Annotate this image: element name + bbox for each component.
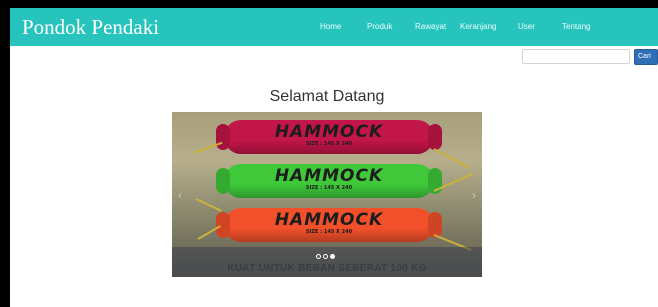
nav-user[interactable]: User <box>518 22 535 31</box>
brand-logo[interactable]: Pondok Pendaki <box>22 15 159 40</box>
hammock-bag-green: HAMMOCK SIZE : 145 X 240 <box>216 164 442 198</box>
search-input[interactable] <box>522 49 630 64</box>
nav-home[interactable]: Home <box>320 22 341 31</box>
carousel-next-icon[interactable]: › <box>472 188 476 202</box>
browser-viewport: Pondok Pendaki Home Produk Rawayat Keran… <box>10 8 658 307</box>
nav-tentang[interactable]: Tentang <box>562 22 590 31</box>
nav-keranjang[interactable]: Keranjang <box>460 22 496 31</box>
carousel-indicator-dot[interactable] <box>330 254 335 259</box>
search-button[interactable]: Cari <box>634 49 658 65</box>
hammock-bag-red: HAMMOCK SIZE : 145 X 240 <box>216 120 442 154</box>
bag-logo-text: HAMMOCK <box>274 210 384 230</box>
nav-rawayat[interactable]: Rawayat <box>415 22 446 31</box>
carousel-indicator-dot[interactable] <box>323 254 328 259</box>
bag-size-text: SIZE : 145 X 240 <box>305 141 353 147</box>
navbar: Pondok Pendaki Home Produk Rawayat Keran… <box>10 8 658 46</box>
hammock-bag-orange: HAMMOCK SIZE : 145 X 240 <box>216 208 442 242</box>
nav-produk[interactable]: Produk <box>367 22 392 31</box>
bag-size-text: SIZE : 145 X 240 <box>305 185 353 191</box>
bag-logo-text: HAMMOCK <box>274 122 384 142</box>
bag-logo-text: HAMMOCK <box>274 166 384 186</box>
page-title: Selamat Datang <box>269 88 385 105</box>
carousel-indicator-dot[interactable] <box>316 254 321 259</box>
carousel-prev-icon[interactable]: ‹ <box>178 188 182 202</box>
bag-size-text: SIZE : 145 X 240 <box>305 229 353 235</box>
product-carousel[interactable]: HAMMOCK SIZE : 145 X 240 HAMMOCK SIZE : … <box>172 112 482 277</box>
carousel-caption: KUAT UNTUK BEBAN SEBERAT 100 KG <box>227 263 427 274</box>
